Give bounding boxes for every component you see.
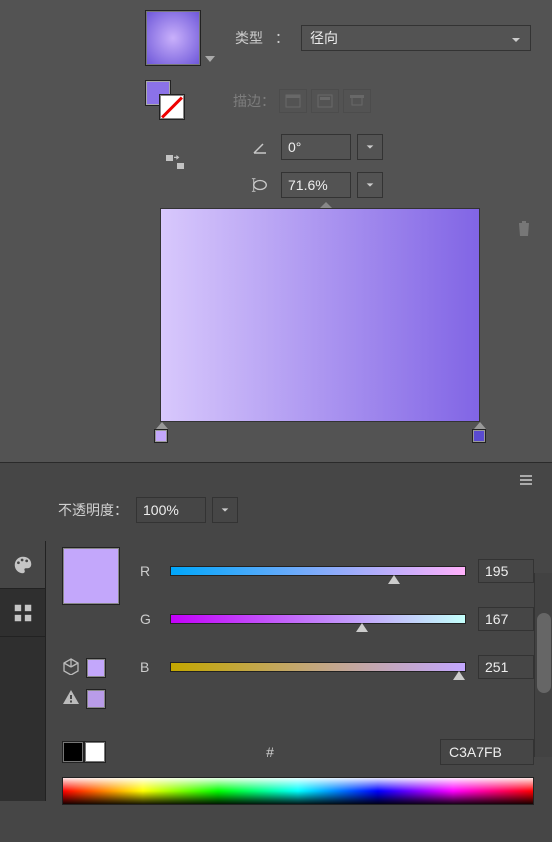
g-label: G xyxy=(140,611,158,627)
angle-icon xyxy=(245,134,275,160)
current-color-swatch[interactable] xyxy=(62,547,120,605)
warning-icon[interactable] xyxy=(62,688,80,709)
r-label: R xyxy=(140,563,158,579)
chevron-down-icon xyxy=(510,33,522,49)
gradient-type-value: 径向 xyxy=(310,28,338,48)
gradient-ramp[interactable] xyxy=(160,208,480,422)
fill-stroke-swatch[interactable] xyxy=(145,80,187,122)
opacity-field[interactable]: 100% xyxy=(136,497,206,523)
hash-label: # xyxy=(266,744,274,760)
mini-swatch-2[interactable] xyxy=(86,689,106,709)
b-slider[interactable] xyxy=(170,662,466,672)
stroke-outside-button[interactable] xyxy=(343,89,371,113)
type-colon: ： xyxy=(275,28,289,48)
stroke-center-button[interactable] xyxy=(311,89,339,113)
color-control-area: R 195 G 167 B 251 xyxy=(62,547,534,605)
cube-3d-icon[interactable] xyxy=(62,657,80,678)
g-value-field[interactable]: 167 xyxy=(478,607,534,631)
scrollbar[interactable] xyxy=(534,573,552,757)
trash-icon[interactable] xyxy=(514,218,534,241)
swatches-tab[interactable] xyxy=(0,589,45,637)
gradient-midpoint-marker[interactable] xyxy=(320,196,332,208)
color-tab[interactable] xyxy=(0,541,45,589)
g-slider[interactable] xyxy=(170,614,466,624)
opacity-label: 不透明度 xyxy=(58,500,114,520)
panel-menu-icon[interactable] xyxy=(518,473,534,490)
b-value-field[interactable]: 251 xyxy=(478,655,534,679)
type-label: 类型 xyxy=(235,28,263,48)
angle-field[interactable]: 0° xyxy=(281,134,351,160)
aspect-dropdown-button[interactable] xyxy=(357,172,383,198)
gradient-stop-left[interactable] xyxy=(154,429,168,443)
aspect-field[interactable]: 71.6% xyxy=(281,172,351,198)
gradient-type-dropdown[interactable]: 径向 xyxy=(301,25,531,51)
r-slider[interactable] xyxy=(170,566,466,576)
black-white-swatch[interactable] xyxy=(62,741,106,763)
reverse-gradient-icon[interactable] xyxy=(165,152,187,175)
stroke-label: 描边 xyxy=(233,91,261,111)
r-slider-thumb[interactable] xyxy=(388,575,400,584)
b-label: B xyxy=(140,659,158,675)
gradient-preview-swatch[interactable] xyxy=(145,10,201,66)
stroke-inside-button[interactable] xyxy=(279,89,307,113)
angle-dropdown-button[interactable] xyxy=(357,134,383,160)
panel-toolstrip xyxy=(0,541,46,801)
color-panel: 不透明度 ： 100% R xyxy=(0,462,552,842)
mini-swatch-1[interactable] xyxy=(86,658,106,678)
b-slider-thumb[interactable] xyxy=(453,671,465,680)
scrollbar-thumb[interactable] xyxy=(537,613,551,693)
aspect-ratio-icon xyxy=(245,172,275,198)
gradient-panel: 类型 ： 径向 描边 ： 0° xyxy=(0,0,552,462)
gradient-stop-right[interactable] xyxy=(472,429,486,443)
hex-field[interactable]: C3A7FB xyxy=(440,739,534,765)
r-value-field[interactable]: 195 xyxy=(478,559,534,583)
spectrum-picker[interactable] xyxy=(62,777,534,805)
no-stroke-swatch[interactable] xyxy=(159,94,185,120)
black-swatch[interactable] xyxy=(62,741,84,763)
opacity-dropdown-button[interactable] xyxy=(212,497,238,523)
white-swatch[interactable] xyxy=(84,741,106,763)
g-slider-thumb[interactable] xyxy=(356,623,368,632)
